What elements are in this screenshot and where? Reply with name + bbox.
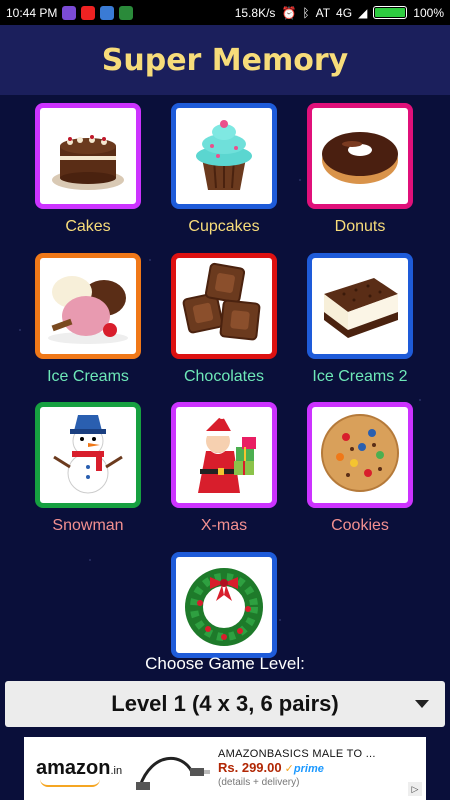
category-tile[interactable] — [35, 253, 141, 359]
category-tile[interactable] — [171, 103, 277, 209]
ad-banner[interactable]: amazon.in AMAZONBASICS MALE TO ... Rs. 2… — [24, 737, 426, 800]
dropdown-arrow-icon — [415, 700, 429, 708]
app-notification-icon — [100, 5, 115, 20]
category-label[interactable]: Donuts — [292, 218, 428, 236]
amazon-logo: amazon.in — [36, 757, 128, 787]
alarm-icon: ⏰ — [281, 5, 297, 20]
cake-icon — [42, 108, 134, 204]
category-tile[interactable] — [307, 253, 413, 359]
status-bar: 10:44 PM 15.8K/s ⏰ ᛒ AT 4G ◢ 100% — [0, 0, 450, 25]
level-caption: Choose Game Level: — [145, 654, 305, 673]
app-notification-icon — [62, 5, 77, 20]
category-label[interactable]: Chocolates — [156, 368, 292, 386]
network-type: 4G — [336, 5, 353, 20]
category-tile[interactable] — [171, 402, 277, 508]
category-tile[interactable] — [171, 552, 277, 658]
bluetooth-icon: ᛒ — [302, 5, 310, 20]
ad-price: Rs. 299.00 — [218, 760, 282, 775]
cable-product-image — [136, 756, 210, 790]
carrier: AT — [315, 5, 331, 20]
chocolate-icon — [178, 258, 270, 354]
category-tile[interactable] — [35, 402, 141, 508]
donut-icon — [314, 108, 406, 204]
prime-badge: prime — [293, 763, 324, 775]
category-label[interactable]: Cakes — [20, 218, 156, 236]
amazon-smile-icon — [40, 779, 100, 787]
santa-icon — [178, 407, 270, 503]
signal-icon: ◢ — [358, 5, 368, 20]
title-bar: Super Memory — [0, 25, 450, 95]
category-label[interactable]: Ice Creams — [20, 368, 156, 386]
battery-icon — [373, 6, 408, 19]
network-speed: 15.8K/s — [234, 5, 276, 20]
category-label[interactable]: Snowman — [20, 517, 156, 535]
level-dropdown[interactable]: Level 1 (4 x 3, 6 pairs) — [5, 681, 445, 727]
category-tile[interactable] — [35, 103, 141, 209]
battery-percent: 100% — [413, 5, 444, 20]
ice-cream-sandwich-icon — [314, 258, 406, 354]
level-selected: Level 1 (4 x 3, 6 pairs) — [111, 691, 339, 716]
snowman-icon — [42, 407, 134, 503]
category-label[interactable]: X-mas — [156, 517, 292, 535]
category-label[interactable]: Ice Creams 2 — [292, 368, 428, 386]
category-tile[interactable] — [307, 402, 413, 508]
wreath-icon — [178, 557, 270, 653]
status-time: 10:44 PM — [6, 5, 58, 20]
app-notification-icon — [119, 5, 134, 20]
category-label[interactable]: Cookies — [292, 517, 428, 535]
app-title: Super Memory — [101, 42, 349, 78]
ad-text: AMAZONBASICS MALE TO ... Rs. 299.00 ✓pri… — [218, 748, 376, 788]
adchoices-icon[interactable]: ▷ — [408, 782, 422, 796]
category-tile[interactable] — [171, 253, 277, 359]
cookie-icon — [314, 407, 406, 503]
youtube-notification-icon — [81, 5, 96, 20]
category-tile[interactable] — [307, 103, 413, 209]
cupcake-icon — [178, 108, 270, 204]
ice-cream-icon — [42, 258, 134, 354]
ad-details: (details + delivery) — [218, 777, 300, 788]
ad-product-title: AMAZONBASICS MALE TO ... — [218, 748, 376, 760]
category-label[interactable]: Cupcakes — [156, 218, 292, 236]
